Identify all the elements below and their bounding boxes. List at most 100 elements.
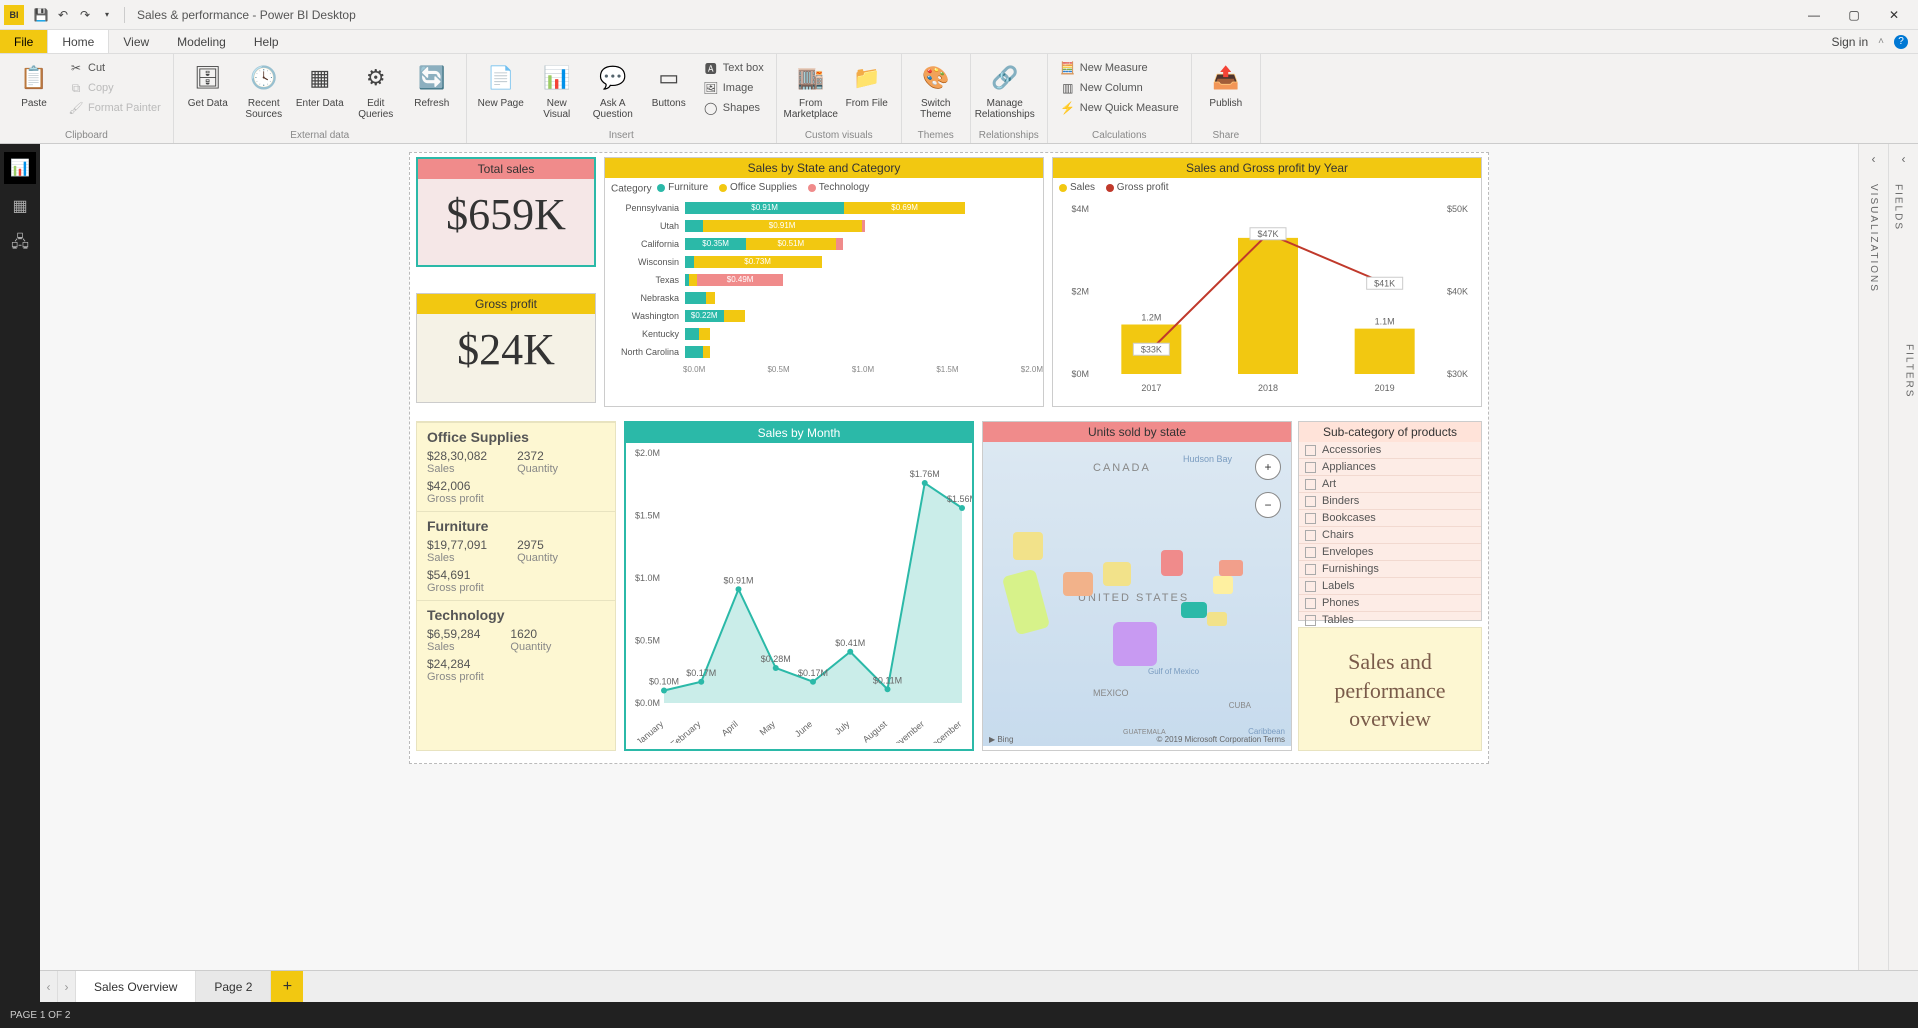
new-column-button[interactable]: ▥New Column	[1056, 78, 1183, 98]
svg-text:1.1M: 1.1M	[1375, 316, 1395, 326]
recent-sources-button[interactable]: 🕓Recent Sources	[238, 58, 290, 124]
chart-sales-by-year[interactable]: Sales and Gross profit by Year Sales Gro…	[1052, 157, 1482, 407]
map-units-by-state[interactable]: Units sold by state CANADA Hudson Bay UN…	[982, 421, 1292, 751]
ribbon-group-clipboard: 📋Paste ✂Cut ⧉Copy 🖌Format Painter Clipbo…	[0, 54, 174, 143]
maximize-icon[interactable]: ▢	[1834, 1, 1874, 29]
chart-sales-by-month[interactable]: Sales by Month $0.0M$0.5M$1.0M$1.5M$2.0M…	[624, 421, 974, 751]
cut-button[interactable]: ✂Cut	[64, 58, 165, 78]
ask-icon: 💬	[597, 62, 629, 94]
sign-in-link[interactable]: Sign in	[1831, 35, 1868, 49]
checkbox-icon[interactable]	[1305, 445, 1316, 456]
quick-measure-icon: ⚡	[1060, 100, 1076, 116]
undo-icon[interactable]: ↶	[52, 4, 74, 26]
manage-relationships-button[interactable]: 🔗Manage Relationships	[979, 58, 1031, 124]
svg-text:$0.17M: $0.17M	[798, 668, 828, 678]
checkbox-icon[interactable]	[1305, 462, 1316, 473]
switch-theme-button[interactable]: 🎨Switch Theme	[910, 58, 962, 124]
menu-help[interactable]: Help	[240, 30, 293, 53]
new-quick-measure-button[interactable]: ⚡New Quick Measure	[1056, 98, 1183, 118]
checkbox-icon[interactable]	[1305, 564, 1316, 575]
tab-scroll-left-icon[interactable]: ‹	[40, 971, 58, 1002]
report-view-icon[interactable]: 📊	[4, 152, 36, 184]
pane-visualizations[interactable]: ‹ VISUALIZATIONS	[1858, 144, 1888, 1002]
redo-icon[interactable]: ↷	[74, 4, 96, 26]
new-measure-button[interactable]: 🧮New Measure	[1056, 58, 1183, 78]
refresh-button[interactable]: 🔄Refresh	[406, 58, 458, 113]
add-page-button[interactable]: +	[271, 971, 303, 1002]
report-canvas[interactable]: Total sales $659K Gross profit $24K Sale…	[409, 152, 1489, 764]
slicer-item[interactable]: Labels	[1299, 578, 1481, 595]
slicer-item[interactable]: Accessories	[1299, 442, 1481, 459]
title-card[interactable]: Sales and performance overview	[1298, 627, 1482, 751]
edit-queries-button[interactable]: ⚙Edit Queries	[350, 58, 402, 124]
menu-home[interactable]: Home	[47, 30, 109, 53]
slicer-item[interactable]: Phones	[1299, 595, 1481, 612]
checkbox-icon[interactable]	[1305, 530, 1316, 541]
checkbox-icon[interactable]	[1305, 598, 1316, 609]
image-button[interactable]: 🖼Image	[699, 78, 768, 98]
menu-file[interactable]: File	[0, 30, 47, 53]
card-total-sales[interactable]: Total sales $659K	[416, 157, 596, 267]
canvas-area[interactable]: Total sales $659K Gross profit $24K Sale…	[40, 144, 1858, 1002]
chevron-left-icon[interactable]: ‹	[1902, 152, 1906, 166]
tab-page-2[interactable]: Page 2	[196, 971, 271, 1002]
menu-view[interactable]: View	[109, 30, 163, 53]
kpi-multi-row[interactable]: Office Supplies $28,30,082Sales 2372Quan…	[416, 421, 616, 751]
qat-dropdown-icon[interactable]: ▾	[96, 4, 118, 26]
checkbox-icon[interactable]	[1305, 496, 1316, 507]
tab-scroll-right-icon[interactable]: ›	[58, 971, 76, 1002]
card-gross-profit[interactable]: Gross profit $24K	[416, 293, 596, 403]
slicer-subcategory[interactable]: Sub-category of products AccessoriesAppl…	[1298, 421, 1482, 621]
get-data-button[interactable]: 🗄Get Data	[182, 58, 234, 113]
publish-button[interactable]: 📤Publish	[1200, 58, 1252, 113]
chart-sales-by-state[interactable]: Sales by State and Category Category Fur…	[604, 157, 1044, 407]
close-icon[interactable]: ✕	[1874, 1, 1914, 29]
save-icon[interactable]: 💾	[30, 4, 52, 26]
pane-fields[interactable]: ‹ FIELDS FILTERS	[1888, 144, 1918, 1002]
new-page-button[interactable]: 📄New Page	[475, 58, 527, 113]
paste-button[interactable]: 📋Paste	[8, 58, 60, 113]
enter-data-button[interactable]: ▦Enter Data	[294, 58, 346, 113]
chevron-left-icon[interactable]: ‹	[1872, 152, 1876, 166]
slicer-item[interactable]: Chairs	[1299, 527, 1481, 544]
svg-text:$2.0M: $2.0M	[635, 448, 660, 458]
textbox-button[interactable]: 🅰Text box	[699, 58, 768, 78]
checkbox-icon[interactable]	[1305, 513, 1316, 524]
checkbox-icon[interactable]	[1305, 615, 1316, 626]
kpi-block: Technology $6,59,284Sales 1620Quantity $…	[417, 600, 615, 689]
menu-modeling[interactable]: Modeling	[163, 30, 240, 53]
slicer-item[interactable]: Appliances	[1299, 459, 1481, 476]
data-view-icon[interactable]: ▦	[4, 190, 36, 222]
tab-sales-overview[interactable]: Sales Overview	[76, 971, 196, 1002]
checkbox-icon[interactable]	[1305, 581, 1316, 592]
slicer-item[interactable]: Binders	[1299, 493, 1481, 510]
slicer-item[interactable]: Furnishings	[1299, 561, 1481, 578]
svg-text:2018: 2018	[1258, 383, 1278, 393]
ribbon-group-calculations: 🧮New Measure ▥New Column ⚡New Quick Meas…	[1048, 54, 1192, 143]
bar-row: Wisconsin$0.73M	[613, 253, 1035, 271]
model-view-icon[interactable]: 🖧	[4, 228, 36, 260]
copy-button[interactable]: ⧉Copy	[64, 78, 165, 98]
shapes-button[interactable]: ◯Shapes	[699, 98, 768, 118]
refresh-icon: 🔄	[416, 62, 448, 94]
minimize-icon[interactable]: —	[1794, 1, 1834, 29]
format-painter-button[interactable]: 🖌Format Painter	[64, 98, 165, 118]
cut-icon: ✂	[68, 60, 84, 76]
window-title: Sales & performance - Power BI Desktop	[137, 8, 356, 22]
map-zoom-in-icon[interactable]: +	[1255, 454, 1281, 480]
help-icon[interactable]: ?	[1894, 35, 1908, 49]
checkbox-icon[interactable]	[1305, 547, 1316, 558]
checkbox-icon[interactable]	[1305, 479, 1316, 490]
bing-logo: ▶ Bing	[989, 735, 1013, 744]
map-surface[interactable]: CANADA Hudson Bay UNITED STATES MEXICO G…	[983, 442, 1291, 746]
slicer-item[interactable]: Bookcases	[1299, 510, 1481, 527]
slicer-item[interactable]: Art	[1299, 476, 1481, 493]
from-marketplace-button[interactable]: 🏬From Marketplace	[785, 58, 837, 124]
expand-ribbon-icon[interactable]: ˄	[1878, 36, 1884, 47]
ask-question-button[interactable]: 💬Ask A Question	[587, 58, 639, 124]
buttons-button[interactable]: ▭Buttons	[643, 58, 695, 113]
map-zoom-out-icon[interactable]: −	[1255, 492, 1281, 518]
new-visual-button[interactable]: 📊New Visual	[531, 58, 583, 124]
from-file-button[interactable]: 📁From File	[841, 58, 893, 113]
slicer-item[interactable]: Envelopes	[1299, 544, 1481, 561]
